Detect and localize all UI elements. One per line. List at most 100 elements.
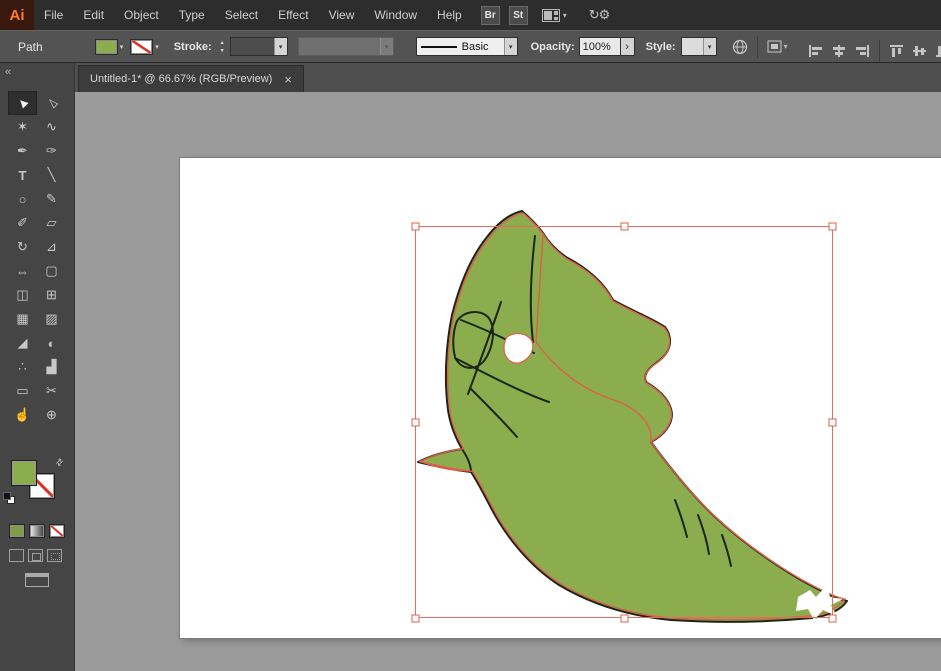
mesh-tool[interactable]: ▦	[8, 307, 37, 331]
symbol-sprayer-tool[interactable]: ∴	[8, 355, 37, 379]
tools-panel: « ► ▻ ✶ ∿ ✒ ✑ T ╲ ○ ✎ ✐ ▱ ↻ ⊿ ⇔ ▢ ◫ ⊞ ▦ …	[0, 63, 75, 671]
width-tool[interactable]: ⇔	[8, 259, 37, 283]
gradient-tool[interactable]: ▨	[37, 307, 66, 331]
curvature-tool[interactable]: ✑	[37, 139, 66, 163]
none-button[interactable]	[49, 524, 65, 538]
handle-bottom-center[interactable]	[621, 615, 628, 622]
direct-selection-tool[interactable]: ▻	[37, 91, 66, 115]
magic-wand-icon: ✶	[17, 119, 28, 135]
pen-tool[interactable]: ✒	[8, 139, 37, 163]
chevron-down-icon[interactable]: ▾	[703, 38, 716, 55]
direct-selection-arrow-icon: ▻	[42, 94, 60, 112]
artboard-tool[interactable]: ▭	[8, 379, 37, 403]
chevron-down-icon[interactable]: ▾	[504, 38, 517, 55]
close-icon[interactable]: ×	[284, 73, 292, 86]
handle-top-left[interactable]	[412, 223, 419, 230]
line-segment-tool[interactable]: ╲	[37, 163, 66, 187]
bridge-button[interactable]: Br	[481, 6, 500, 25]
handle-middle-right[interactable]	[829, 419, 836, 426]
menu-help[interactable]: Help	[427, 0, 472, 30]
free-transform-tool[interactable]: ▢	[37, 259, 66, 283]
draw-normal-icon[interactable]	[9, 549, 24, 562]
align-bottom-icon[interactable]	[935, 44, 941, 58]
selection-arrow-icon: ►	[13, 93, 33, 113]
brush-definition-combo: ▾	[298, 37, 394, 56]
align-right-icon[interactable]	[854, 44, 870, 58]
stepper-up-icon[interactable]: ▴	[217, 39, 228, 47]
ellipse-tool[interactable]: ○	[8, 187, 37, 211]
menu-type[interactable]: Type	[169, 0, 215, 30]
menu-edit[interactable]: Edit	[73, 0, 114, 30]
default-fill-stroke-icon[interactable]	[3, 492, 15, 504]
metapod-artwork[interactable]	[418, 211, 847, 622]
line-style-combo[interactable]: Basic ▾	[416, 37, 518, 56]
pencil-tool[interactable]: ✐	[8, 211, 37, 235]
lasso-tool[interactable]: ∿	[37, 115, 66, 139]
blend-tool[interactable]: ◐	[37, 331, 66, 355]
fill-color-swatch[interactable]	[95, 39, 118, 55]
menu-view[interactable]: View	[319, 0, 365, 30]
align-horizontal-center-icon[interactable]	[831, 44, 847, 58]
stroke-color-swatch[interactable]	[130, 39, 153, 55]
metapod-body[interactable]	[418, 211, 847, 622]
menu-window[interactable]: Window	[364, 0, 427, 30]
shape-builder-tool[interactable]: ◫	[8, 283, 37, 307]
align-vertical-center-icon[interactable]	[912, 44, 928, 58]
stroke-weight-stepper[interactable]: ▴ ▾	[217, 39, 228, 55]
draw-inside-icon[interactable]	[47, 549, 62, 562]
hand-tool[interactable]: ☝	[8, 403, 37, 427]
opacity-input[interactable]	[579, 37, 621, 56]
handle-middle-left[interactable]	[412, 419, 419, 426]
screen-mode-button[interactable]	[25, 573, 49, 587]
menu-effect[interactable]: Effect	[268, 0, 318, 30]
graphic-style-combo[interactable]: ▾	[681, 37, 717, 56]
document-tab[interactable]: Untitled-1* @ 66.67% (RGB/Preview) ×	[78, 65, 304, 92]
fill-swatch-group[interactable]: ▾	[95, 39, 124, 55]
swap-fill-stroke-icon[interactable]: ⇄	[53, 456, 66, 469]
menu-file[interactable]: File	[34, 0, 73, 30]
magic-wand-tool[interactable]: ✶	[8, 115, 37, 139]
opacity-menu-button[interactable]: ›	[621, 37, 635, 56]
eyedropper-tool[interactable]: ◢	[8, 331, 37, 355]
scale-icon: ⊿	[46, 239, 57, 255]
eraser-tool[interactable]: ▱	[37, 211, 66, 235]
type-icon: T	[19, 168, 27, 183]
stepper-down-icon[interactable]: ▾	[217, 47, 228, 55]
menu-object[interactable]: Object	[114, 0, 169, 30]
zoom-tool[interactable]: ⊕	[37, 403, 66, 427]
gradient-button[interactable]	[29, 524, 45, 538]
handle-top-center[interactable]	[621, 223, 628, 230]
panel-collapse-button[interactable]: «	[0, 63, 74, 80]
handle-top-right[interactable]	[829, 223, 836, 230]
menu-select[interactable]: Select	[215, 0, 268, 30]
separator	[757, 36, 758, 58]
document-options-icon	[767, 40, 782, 53]
draw-behind-icon[interactable]	[28, 549, 43, 562]
workspace-switcher[interactable]: ▾	[542, 9, 567, 22]
chevron-down-icon[interactable]: ▾	[274, 38, 287, 55]
rotate-tool[interactable]: ↻	[8, 235, 37, 259]
perspective-grid-tool[interactable]: ⊞	[37, 283, 66, 307]
stroke-weight-combo[interactable]: ▾	[230, 37, 288, 56]
opacity-label: Opacity:	[531, 41, 575, 53]
handle-bottom-left[interactable]	[412, 615, 419, 622]
handle-bottom-right[interactable]	[829, 615, 836, 622]
sync-settings-icon[interactable]: ↻⚙	[589, 7, 610, 23]
color-type-buttons	[9, 524, 65, 538]
column-graph-tool[interactable]: ▟	[37, 355, 66, 379]
paintbrush-tool[interactable]: ✎	[37, 187, 66, 211]
color-button[interactable]	[9, 524, 25, 538]
fill-proxy-swatch[interactable]	[11, 460, 37, 486]
recolor-artwork-button[interactable]	[732, 39, 748, 55]
graphic-style-value	[682, 38, 703, 55]
document-options-button[interactable]: ▾	[767, 40, 788, 53]
scale-tool[interactable]: ⊿	[37, 235, 66, 259]
align-top-icon[interactable]	[889, 44, 905, 58]
document-tab-title: Untitled-1* @ 66.67% (RGB/Preview)	[90, 73, 272, 85]
stroke-swatch-group[interactable]: ▾	[130, 39, 159, 55]
stock-button[interactable]: St	[509, 6, 528, 25]
align-left-icon[interactable]	[808, 44, 824, 58]
selection-tool[interactable]: ►	[8, 91, 37, 115]
slice-tool[interactable]: ✂	[37, 379, 66, 403]
type-tool[interactable]: T	[8, 163, 37, 187]
